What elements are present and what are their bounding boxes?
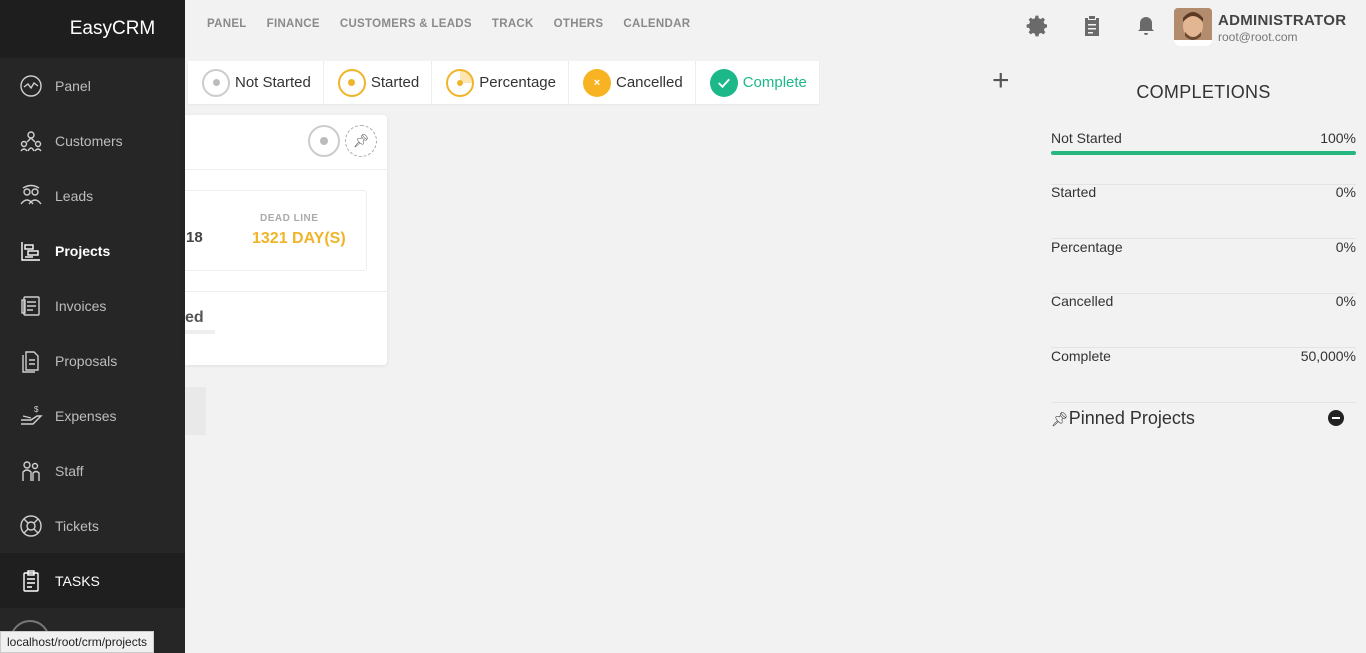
card-footer: ed	[185, 291, 387, 365]
topnav-calendar[interactable]: CALENDAR	[623, 18, 690, 30]
completion-value: 0%	[1335, 293, 1356, 309]
filter-label: Complete	[742, 74, 807, 91]
sidebar-item-label: Leads	[55, 187, 94, 204]
user-email: root@root.com	[1218, 30, 1298, 44]
cancelled-icon: ×	[582, 68, 611, 97]
pin-icon[interactable]: 📌︎	[345, 125, 377, 157]
filter-not-started[interactable]: Not Started	[188, 61, 324, 104]
card-info-box: 18 DEAD LINE 1321 DAY(S)	[185, 190, 367, 271]
completion-row-cancelled: Cancelled 0%	[1051, 293, 1356, 348]
completion-row-complete: Complete 50,000%	[1051, 348, 1356, 403]
expenses-icon: $	[18, 403, 44, 429]
sidebar-item-proposals[interactable]: Proposals	[0, 333, 185, 388]
status-filter-bar: Not Started Started Percentage × Cancell…	[188, 61, 819, 104]
topnav-others[interactable]: OTHERS	[554, 18, 604, 30]
sidebar-item-label: Proposals	[55, 352, 118, 369]
pin-icon: 📌︎	[1051, 411, 1069, 427]
sidebar-item-label: Tickets	[55, 517, 99, 534]
percentage-icon	[446, 68, 475, 97]
collapse-icon[interactable]	[1328, 410, 1344, 426]
customers-icon	[18, 128, 44, 154]
completion-label: Not Started	[1051, 130, 1122, 146]
sidebar-item-label: TASKS	[55, 572, 100, 589]
status-bar-url: localhost/root/crm/projects	[0, 631, 155, 653]
card-navigation-button[interactable]	[185, 387, 206, 435]
bell-icon[interactable]	[1134, 14, 1158, 43]
leads-icon	[18, 183, 44, 209]
completion-value: 100%	[1320, 130, 1356, 146]
topnav-customers-leads[interactable]: CUSTOMERS & LEADS	[340, 18, 472, 30]
projects-icon	[18, 238, 44, 264]
completion-value: 50,000%	[1300, 348, 1356, 364]
project-card[interactable]: 📌︎ 18 DEAD LINE 1321 DAY(S) ed	[185, 115, 387, 365]
filter-percentage[interactable]: Percentage	[432, 61, 569, 104]
sidebar-item-label: Staff	[55, 462, 84, 479]
clipboard-icon[interactable]	[1080, 14, 1104, 43]
user-name[interactable]: ADMINISTRATOR	[1218, 12, 1346, 29]
completion-label: Complete	[1051, 348, 1111, 364]
started-icon	[337, 68, 366, 97]
not-started-icon	[202, 68, 230, 97]
staff-icon	[18, 458, 44, 484]
sidebar-item-tasks[interactable]: TASKS	[0, 553, 185, 608]
gear-icon[interactable]	[1026, 14, 1050, 43]
tasks-icon	[18, 568, 44, 594]
pinned-projects-title: 📌︎Pinned Projects	[1051, 408, 1195, 429]
avatar[interactable]	[1174, 8, 1212, 46]
filter-complete[interactable]: Complete	[696, 61, 819, 104]
deadline-label: DEAD LINE	[260, 213, 319, 224]
sidebar-item-label: Expenses	[55, 407, 117, 424]
sidebar-item-panel[interactable]: Panel	[0, 58, 185, 113]
sidebar-item-label: Projects	[55, 242, 111, 259]
filter-label: Not Started	[235, 74, 311, 91]
sidebar-item-label: Panel	[55, 77, 91, 94]
proposals-icon	[18, 348, 44, 374]
brand-logo[interactable]: EasyCRM	[0, 0, 185, 58]
completion-label: Cancelled	[1051, 293, 1114, 309]
completion-progress-fill	[1051, 151, 1356, 155]
add-project-button[interactable]: +	[992, 64, 1010, 98]
topnav-track[interactable]: TRACK	[492, 18, 534, 30]
pinned-title-text: Pinned Projects	[1068, 408, 1195, 428]
card-date: 18	[186, 229, 203, 246]
filter-label: Percentage	[479, 74, 556, 91]
sidebar-item-leads[interactable]: Leads	[0, 168, 185, 223]
sidebar-item-customers[interactable]: Customers	[0, 113, 185, 168]
deadline-value: 1321 DAY(S)	[252, 230, 346, 247]
completion-progress-bar	[1051, 151, 1356, 155]
invoices-icon	[18, 293, 44, 319]
sidebar-item-projects[interactable]: Projects	[0, 223, 185, 278]
completion-row-percentage: Percentage 0%	[1051, 239, 1356, 294]
filter-cancelled[interactable]: × Cancelled	[569, 61, 696, 104]
card-header: 📌︎	[185, 115, 387, 170]
sidebar-item-label: Invoices	[55, 297, 107, 314]
filter-label: Started	[370, 74, 420, 91]
topnav-finance[interactable]: FINANCE	[267, 18, 320, 30]
filter-started[interactable]: Started	[324, 61, 433, 104]
sidebar-item-label: Customers	[55, 132, 123, 149]
completion-label: Started	[1051, 184, 1097, 200]
svg-text:$: $	[34, 405, 39, 414]
completion-row-started: Started 0%	[1051, 184, 1356, 239]
sidebar-item-tickets[interactable]: Tickets	[0, 498, 185, 553]
top-icons	[1026, 14, 1158, 43]
filter-label: Cancelled	[615, 74, 683, 91]
sidebar-item-staff[interactable]: Staff	[0, 443, 185, 498]
completions-title: COMPLETIONS	[1136, 82, 1271, 102]
sidebar-item-invoices[interactable]: Invoices	[0, 278, 185, 333]
sidebar: EasyCRM Panel Customers Leads Projects I…	[0, 0, 185, 653]
card-progress-bar	[185, 330, 215, 334]
panel-icon	[18, 73, 44, 99]
completion-label: Percentage	[1051, 239, 1123, 255]
sidebar-item-expenses[interactable]: $ Expenses	[0, 388, 185, 443]
topnav-panel[interactable]: PANEL	[207, 18, 247, 30]
card-status-text: ed	[185, 309, 204, 326]
completion-row-not-started: Not Started 100%	[1051, 130, 1356, 185]
status-circle-icon[interactable]	[308, 125, 340, 157]
tickets-icon	[18, 513, 44, 539]
checkmark-icon	[709, 68, 738, 97]
completion-value: 0%	[1335, 184, 1356, 200]
top-navigation: PANEL FINANCE CUSTOMERS & LEADS TRACK OT…	[207, 18, 690, 30]
completion-value: 0%	[1335, 239, 1356, 255]
